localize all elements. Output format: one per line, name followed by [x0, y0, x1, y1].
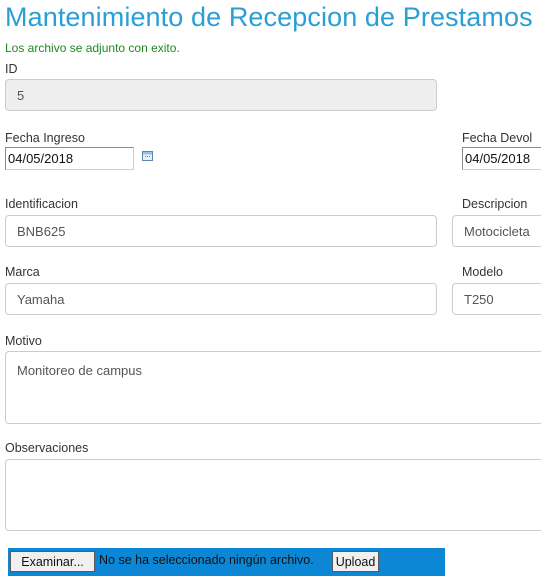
fecha-ingreso-label: Fecha Ingreso	[5, 131, 85, 145]
id-field: 5	[5, 79, 437, 111]
fecha-devolucion-input[interactable]: 04/05/2018	[462, 147, 541, 170]
fecha-ingreso-value: 04/05/2018	[8, 151, 74, 166]
modelo-field[interactable]: T250	[452, 283, 541, 315]
motivo-label: Motivo	[5, 334, 42, 348]
page-title: Mantenimiento de Recepcion de Prestamos	[5, 2, 533, 32]
marca-value: Yamaha	[17, 291, 65, 307]
observaciones-label: Observaciones	[5, 441, 89, 455]
identificacion-label: Identificacion	[5, 197, 78, 211]
id-value: 5	[17, 87, 25, 103]
descripcion-value: Motocicleta	[464, 223, 530, 239]
fecha-devolucion-label: Fecha Devol	[462, 131, 533, 145]
file-status-text: No se ha seleccionado ningún archivo.	[99, 553, 314, 567]
modelo-value: T250	[464, 291, 494, 307]
identificacion-field[interactable]: BNB625	[5, 215, 437, 247]
page: Mantenimiento de Recepcion de Prestamos …	[0, 0, 541, 584]
browse-button[interactable]: Examinar...	[10, 551, 95, 572]
motivo-value: Monitoreo de campus	[17, 363, 143, 378]
marca-field[interactable]: Yamaha	[5, 283, 437, 315]
success-message: Los archivo se adjunto con exito.	[5, 41, 180, 55]
descripcion-label: Descripcion	[462, 197, 528, 211]
modelo-label: Modelo	[462, 265, 503, 279]
marca-label: Marca	[5, 265, 40, 279]
fecha-devolucion-value: 04/05/2018	[465, 151, 531, 166]
motivo-textarea[interactable]: Monitoreo de campus	[5, 351, 541, 424]
calendar-icon[interactable]	[142, 151, 153, 161]
observaciones-textarea[interactable]	[5, 459, 541, 531]
descripcion-field[interactable]: Motocicleta	[452, 215, 541, 247]
fecha-ingreso-input[interactable]: 04/05/2018	[5, 147, 134, 170]
id-label: ID	[5, 62, 18, 76]
identificacion-value: BNB625	[17, 223, 66, 239]
upload-button[interactable]: Upload	[332, 551, 379, 572]
